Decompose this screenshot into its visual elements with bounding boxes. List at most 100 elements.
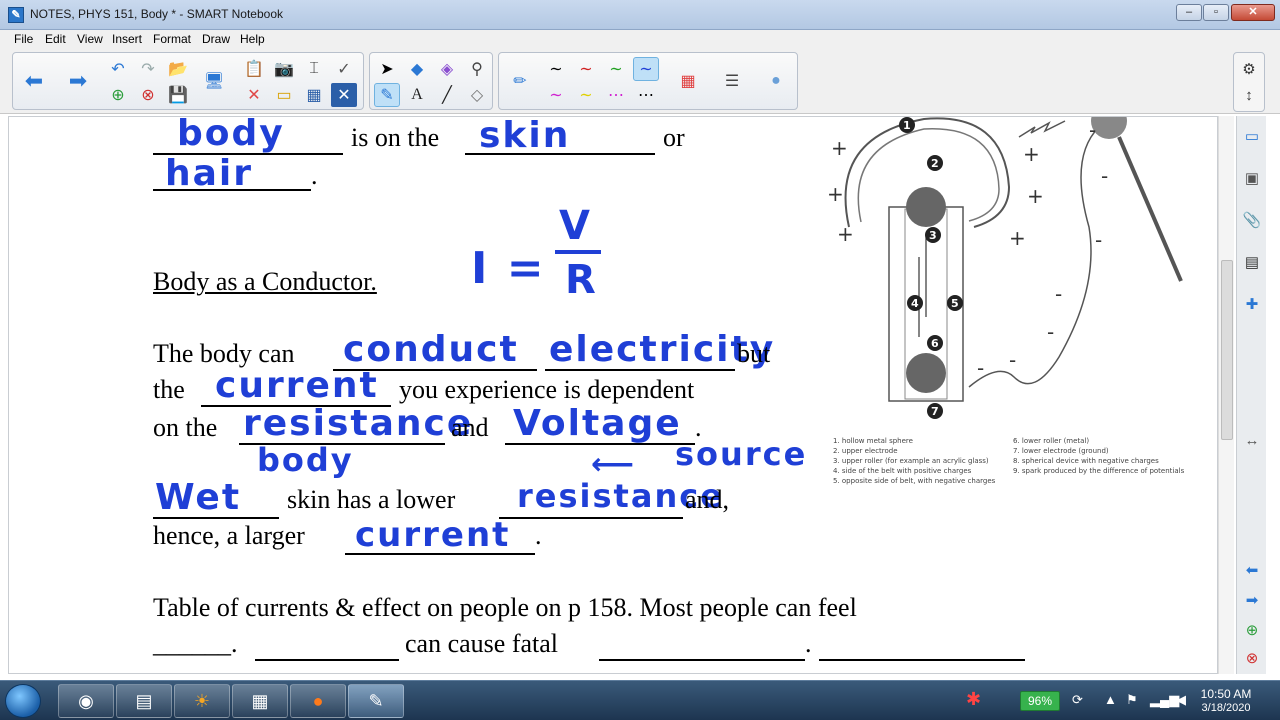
text-p2-a: the (153, 375, 185, 404)
shapes-icon[interactable]: ◆ (404, 57, 430, 81)
previous-page-icon[interactable]: ⬅ (1240, 558, 1264, 582)
smart-notebook-window: ✎ NOTES, PHYS 151, Body * - SMART Notebo… (0, 0, 1280, 720)
svg-text:-: - (1095, 228, 1102, 252)
color-palette-icon[interactable]: ▦ (675, 69, 701, 93)
eraser-icon[interactable]: ◈ (434, 57, 460, 81)
menu-format[interactable]: Format (153, 32, 191, 46)
svg-text:-: - (1009, 348, 1016, 372)
black-pen-style-icon[interactable]: ∼ (543, 57, 569, 81)
menu-help[interactable]: Help (240, 32, 265, 46)
fill-icon[interactable]: ⚲ (464, 57, 490, 81)
show-hide-screen-icon[interactable]: ▭ (271, 83, 297, 107)
dashed-magenta-pen-icon[interactable]: ⋯ (603, 83, 629, 107)
ink-formula-i: I = (471, 243, 546, 294)
resize-sidebar-icon[interactable]: ↔ (1240, 428, 1264, 452)
table-icon[interactable]: ▦ (301, 83, 327, 107)
volume-icon[interactable]: ◀ (1176, 692, 1186, 708)
notebook-page-canvas[interactable]: body is on the skin or hair . I = V R Bo… (8, 116, 1218, 674)
display-icon[interactable]: 🖥 (201, 69, 227, 93)
red-pen-style-icon[interactable]: ∼ (573, 57, 599, 81)
paste-icon[interactable]: 📋 (241, 57, 267, 81)
text-p7-b: can cause fatal (405, 629, 559, 658)
text-p4-b: and, (685, 485, 730, 514)
pens-icon[interactable]: ✎ (374, 83, 400, 107)
magenta-pen-style-icon[interactable]: ∼ (543, 83, 569, 107)
clock-date[interactable]: 3/18/2020 (1196, 702, 1256, 714)
clock-time[interactable]: 10:50 AM (1196, 687, 1256, 701)
antivirus-tray-icon[interactable]: ✱ (966, 689, 981, 710)
text-icon[interactable]: A (404, 83, 430, 107)
screen-capture-icon[interactable]: 📷 (271, 57, 297, 81)
notebook-app-taskbar-icon[interactable]: ▤ (116, 684, 172, 718)
svg-text:+: + (831, 136, 848, 160)
line-icon[interactable]: ╱ (434, 83, 460, 107)
blue-pen-style-icon[interactable]: ∼ (633, 57, 659, 81)
green-pen-style-icon[interactable]: ∼ (603, 57, 629, 81)
screen-shade-icon[interactable]: ⌶ (301, 57, 327, 81)
open-file-icon[interactable]: 📂 (165, 57, 191, 81)
menu-draw[interactable]: Draw (202, 32, 230, 46)
flag-tray-icon[interactable]: ⚑ (1126, 692, 1138, 708)
previous-page-icon[interactable]: ⬅ (21, 68, 47, 93)
spell-check-icon[interactable]: ✓ (331, 57, 357, 81)
sync-tray-icon[interactable]: ⟳ (1072, 692, 1083, 708)
ink-skin: skin (479, 116, 571, 156)
magic-pen-icon[interactable]: ◇ (464, 83, 490, 107)
save-icon[interactable]: 💾 (165, 83, 191, 107)
yellow-pen-style-icon[interactable]: ∼ (573, 83, 599, 107)
menu-insert[interactable]: Insert (112, 32, 142, 46)
dashed-black-pen-icon[interactable]: ⋯ (633, 83, 659, 107)
add-page-icon[interactable]: ⊕ (105, 83, 131, 107)
chrome-taskbar-icon[interactable]: ◉ (58, 684, 114, 718)
toolbar-group-page: ⬅ ➡ ↶ ↷ 📂 ⊕ ⊗ 💾 🖥 📋 📷 ⌶ ✓ ✕ ▭ ▦ ✕ (12, 52, 364, 110)
svg-text:3. upper roller (for example a: 3. upper roller (for example an acrylic … (833, 457, 989, 465)
sun-app-taskbar-icon[interactable]: ☀ (174, 684, 230, 718)
page-sorter-icon[interactable]: ▭ (1240, 124, 1264, 148)
network-signal-icon[interactable]: ▂▄▆ (1150, 692, 1179, 708)
close-button[interactable]: ✕ (1231, 4, 1275, 21)
blank-line (599, 659, 805, 661)
next-page-icon[interactable]: ➡ (1240, 588, 1264, 612)
select-arrow-icon[interactable]: ➤ (374, 57, 400, 81)
file-explorer-taskbar-icon[interactable]: ▦ (232, 684, 288, 718)
add-ons-icon[interactable]: ✚ (1240, 292, 1264, 316)
delete-icon[interactable]: ✕ (241, 83, 267, 107)
text-p6: Table of currents & effect on people on … (153, 593, 857, 622)
maximize-button[interactable]: ▫ (1203, 4, 1229, 21)
redo-icon[interactable]: ↷ (135, 57, 161, 81)
text-p2-b: you experience is dependent (399, 375, 695, 404)
toolbar-group-pen-styles: ✏ ∼ ∼ ∼ ∼ ∼ ∼ ⋯ ⋯ ▦ ☰ ● (498, 52, 798, 110)
add-page-icon[interactable]: ⊕ (1240, 618, 1264, 642)
attachments-icon[interactable]: 📎 (1240, 208, 1264, 232)
svg-text:2: 2 (931, 157, 939, 170)
gear-icon[interactable]: ⚙ (1237, 57, 1261, 81)
delete-page-icon[interactable]: ⊗ (1240, 646, 1264, 670)
smart-notebook-taskbar-icon[interactable]: ✎ (348, 684, 404, 718)
firefox-taskbar-icon[interactable]: ● (290, 684, 346, 718)
battery-indicator[interactable]: 96% (1020, 691, 1060, 711)
gallery-icon[interactable]: ▣ (1240, 166, 1264, 190)
svg-text:+: + (1009, 226, 1026, 250)
undo-icon[interactable]: ↶ (105, 57, 131, 81)
move-toolbar-icon[interactable]: ↕ (1237, 83, 1261, 107)
scrollbar-thumb[interactable] (1221, 260, 1233, 440)
close-view-icon[interactable]: ✕ (331, 83, 357, 107)
menu-file[interactable]: File (14, 32, 33, 46)
delete-page-icon[interactable]: ⊗ (135, 83, 161, 107)
ink-body-note: body (257, 441, 354, 479)
menu-edit[interactable]: Edit (45, 32, 66, 46)
show-hidden-icons-icon[interactable]: ▲ (1104, 692, 1117, 707)
properties-icon[interactable]: ▤ (1240, 250, 1264, 274)
minimize-button[interactable]: – (1176, 4, 1202, 21)
start-button[interactable] (5, 684, 41, 718)
spherical-device (1091, 117, 1127, 139)
next-page-icon[interactable]: ➡ (65, 68, 91, 93)
pen-tool-icon[interactable]: ✏ (507, 69, 533, 93)
transparency-icon[interactable]: ● (763, 69, 789, 93)
vertical-scrollbar[interactable] (1218, 116, 1234, 674)
properties-strip: ⚙ ↕ (1233, 52, 1265, 112)
menu-view[interactable]: View (77, 32, 103, 46)
menu-bar: File Edit View Insert Format Draw Help (0, 30, 1280, 50)
text-p3-b: and (451, 413, 489, 442)
line-style-icon[interactable]: ☰ (719, 69, 745, 93)
